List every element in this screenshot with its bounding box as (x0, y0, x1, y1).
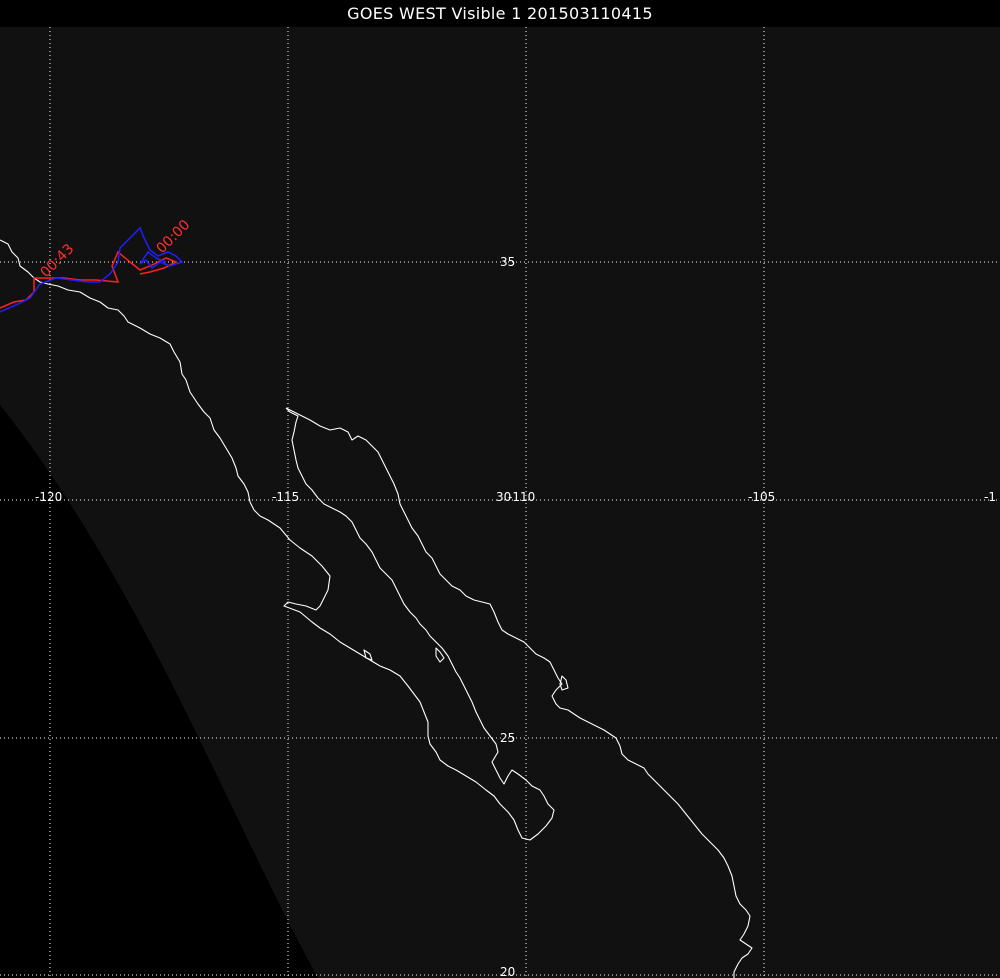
lat-label-30: 30 (496, 490, 511, 504)
lat-label-20: 20 (500, 965, 515, 978)
lon-label-100: -1 (984, 490, 996, 504)
lon-label-120: -120 (35, 490, 62, 504)
lon-label-110: -110 (508, 490, 535, 504)
lon-label-105: -105 (748, 490, 775, 504)
lat-label-25: 25 (500, 731, 515, 745)
satellite-map: -120 -115 -110 -105 -1 35 30 25 20 00:43… (0, 0, 1000, 978)
image-title: GOES WEST Visible 1 201503110415 (0, 0, 1000, 27)
lon-label-115: -115 (272, 490, 299, 504)
lat-label-35: 35 (500, 255, 515, 269)
